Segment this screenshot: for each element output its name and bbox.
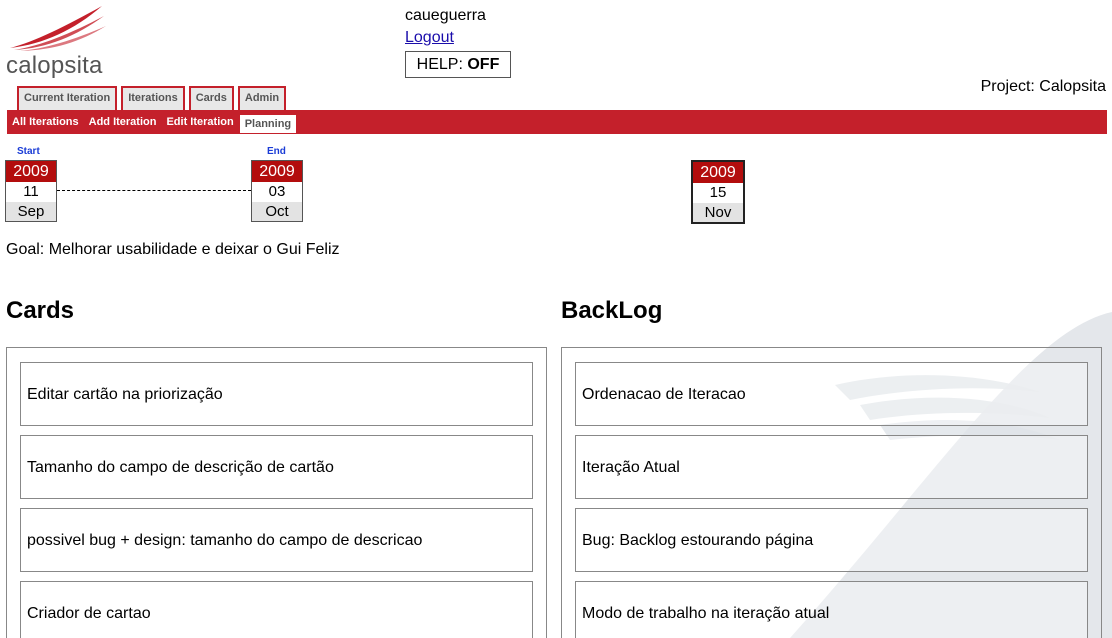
start-day: 11 [23, 183, 39, 200]
card-item[interactable]: Editar cartão na priorização [20, 362, 533, 426]
backlog-heading: BackLog [561, 297, 663, 324]
backlog-card-item[interactable]: Bug: Backlog estourando página [575, 508, 1088, 572]
card-item[interactable]: Criador de cartao [20, 581, 533, 638]
subnav-planning[interactable]: Planning [238, 113, 298, 134]
page: calopsita caueguerra Logout HELP: OFF Pr… [0, 0, 1112, 638]
tab-current-iteration[interactable]: Current Iteration [17, 86, 118, 110]
backlog-card-item[interactable]: Ordenacao de Iteracao [575, 362, 1088, 426]
help-state: OFF [467, 56, 500, 73]
tab-admin[interactable]: Admin [237, 86, 287, 110]
end-date-calendar: 2009 03 Oct [251, 160, 303, 222]
end-month: Oct [252, 202, 302, 221]
backlog-list: Ordenacao de Iteracao Iteração Atual Bug… [561, 347, 1102, 638]
cards-heading: Cards [6, 297, 75, 324]
card-item[interactable]: possivel bug + design: tamanho do campo … [20, 508, 533, 572]
backlog-card-item[interactable]: Iteração Atual [575, 435, 1088, 499]
user-panel: caueguerra Logout HELP: OFF [405, 6, 511, 78]
calopsita-logo[interactable]: calopsita [4, 4, 114, 79]
today-month: Nov [693, 203, 743, 222]
start-year: 2009 [6, 161, 56, 182]
cards-list: Editar cartão na priorização Tamanho do … [6, 347, 547, 638]
start-date-calendar: 2009 11 Sep [5, 160, 57, 222]
today-day: 15 [709, 184, 727, 201]
today-year: 2009 [693, 162, 743, 183]
subnav-add-iteration[interactable]: Add Iteration [84, 110, 162, 134]
today-calendar: 2009 15 Nov [691, 160, 745, 224]
help-label: HELP: [416, 56, 463, 73]
main-tabs: Current Iteration Iterations Cards Admin [17, 86, 290, 110]
iteration-subnav: All Iterations Add Iteration Edit Iterat… [7, 110, 1107, 134]
username: caueguerra [405, 7, 486, 24]
project-label: Project: Calopsita [980, 78, 1106, 95]
end-label: End [267, 146, 286, 157]
backlog-card-item[interactable]: Modo de trabalho na iteração atual [575, 581, 1088, 638]
tab-iterations[interactable]: Iterations [121, 86, 185, 110]
end-day: 03 [268, 183, 286, 200]
card-item[interactable]: Tamanho do campo de descrição de cartão [20, 435, 533, 499]
logo-text: calopsita [6, 52, 103, 79]
logout-link[interactable]: Logout [405, 27, 454, 48]
iteration-goal: Goal: Melhorar usabilidade e deixar o Gu… [6, 241, 340, 258]
end-year: 2009 [252, 161, 302, 182]
start-month: Sep [6, 202, 56, 221]
start-label: Start [17, 146, 40, 157]
help-toggle[interactable]: HELP: OFF [405, 51, 511, 78]
subnav-edit-iteration[interactable]: Edit Iteration [161, 110, 238, 134]
tab-cards[interactable]: Cards [188, 86, 234, 110]
bird-swoosh-icon [10, 6, 106, 51]
timeline-dashed-line [57, 190, 251, 191]
iteration-timeline: Start 2009 11 Sep End 2009 03 Oct 2009 1… [0, 140, 1112, 230]
subnav-all-iterations[interactable]: All Iterations [7, 110, 84, 134]
